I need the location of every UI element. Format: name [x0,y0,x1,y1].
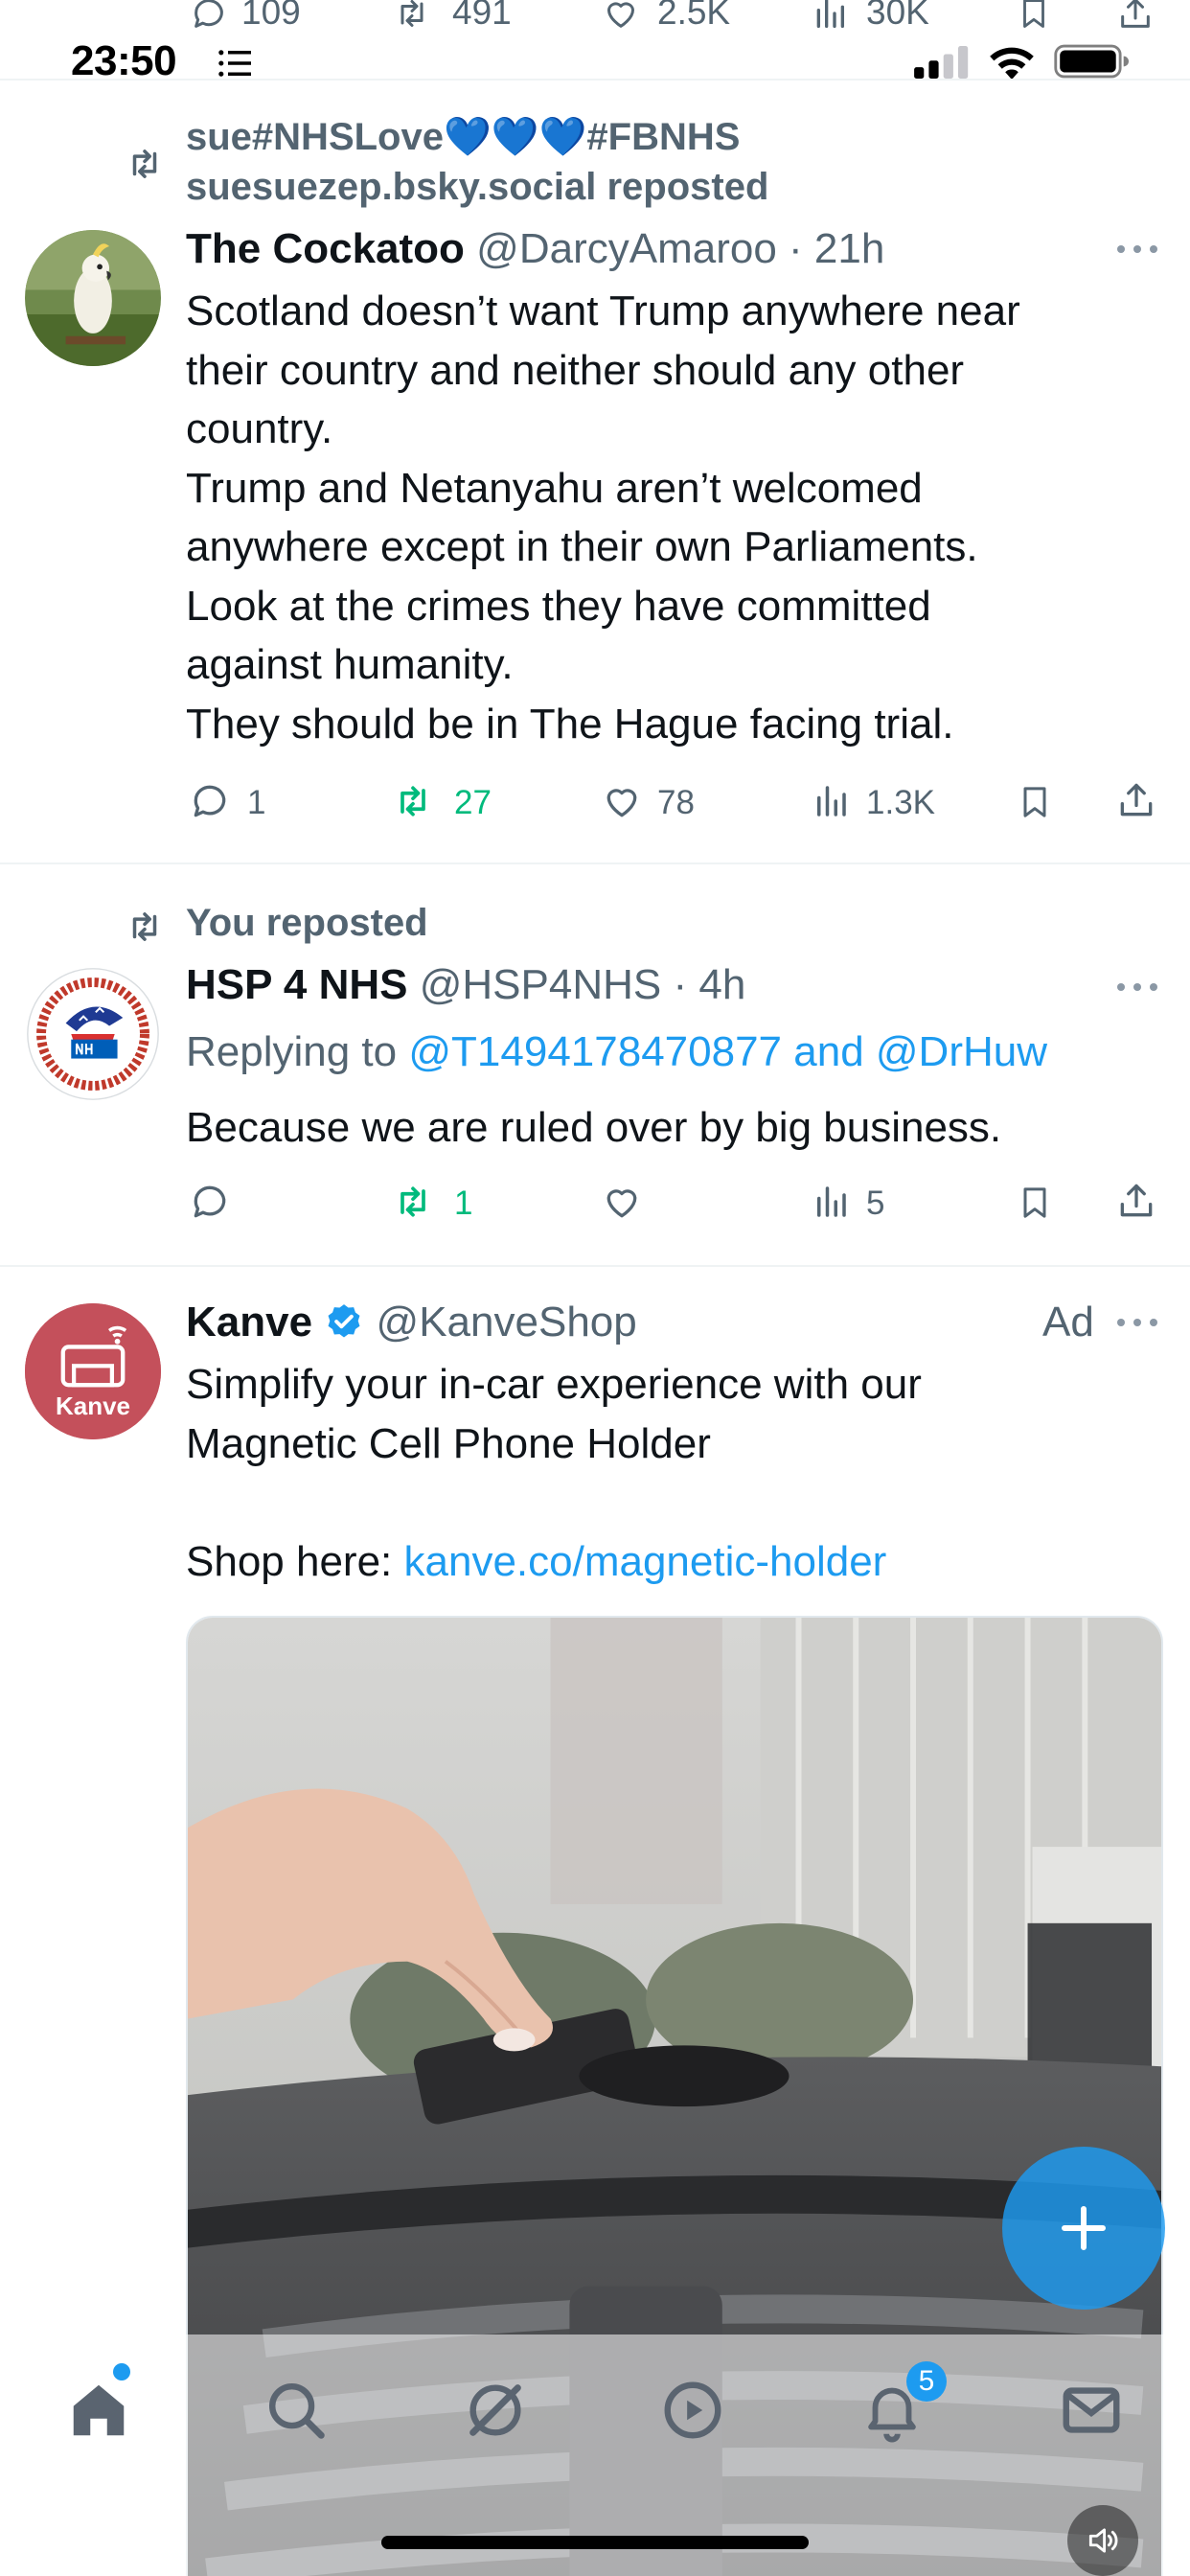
tweet-text-line: anywhere except in their own Parliaments… [186,523,978,570]
views-icon[interactable] [811,1181,851,1223]
sound-toggle-button[interactable] [1067,2505,1138,2576]
share-icon[interactable] [1115,0,1156,33]
display-name[interactable]: HSP 4 NHS [186,961,408,1008]
home-icon[interactable] [65,2377,132,2444]
divider [0,1265,1190,1267]
home-indicator [381,2536,809,2549]
avatar[interactable]: Kanve [25,1303,161,1439]
tweet-text-line: Simplify your in-car experience with our [186,1361,922,1408]
repost-count: 27 [454,784,492,821]
plus-icon [1055,2199,1112,2257]
compose-button[interactable] [1002,2147,1165,2310]
replying-to-prefix: Replying to [186,1028,409,1075]
tweet-time: · 4h [673,961,746,1008]
status-bar: 23:50 [0,37,1190,84]
more-options-icon[interactable] [1115,1317,1159,1328]
list-icon [217,48,255,79]
notification-badge: 5 [906,2361,947,2402]
repost-count: 491 [452,0,512,32]
bookmark-icon[interactable] [1016,780,1054,824]
tweet-text-line: Shop here: kanve.co/magnetic-holder [186,1532,1144,1592]
verified-badge-icon [324,1301,364,1342]
reply-icon[interactable] [188,780,232,822]
video-icon[interactable] [659,2377,726,2444]
cellular-signal-icon [914,46,970,79]
battery-icon [1054,44,1129,79]
previous-tweet-actions: 109 491 2.5K 30K [0,0,1190,38]
repost-icon[interactable] [389,0,435,33]
shop-link[interactable]: kanve.co/magnetic-holder [404,1538,887,1585]
like-icon[interactable] [600,1181,644,1223]
messages-icon[interactable] [1058,2377,1125,2444]
avatar[interactable] [25,230,161,366]
views-icon[interactable] [811,780,851,822]
views-count: 5 [866,1184,885,1222]
divider [0,79,1190,80]
tweet-text-line: Because we are ruled over by big busines… [186,1104,1002,1151]
display-name[interactable]: Kanve [186,1299,312,1346]
tweet-header: The Cockatoo @DarcyAmaroo · 21h [186,228,884,270]
repost-count: 1 [454,1184,473,1222]
more-options-icon[interactable] [1115,243,1159,255]
divider [0,862,1190,864]
reply-count: 109 [241,0,301,32]
display-name[interactable]: The Cockatoo [186,225,465,272]
replying-to-handles[interactable]: @T1494178470877 and @DrHuw [408,1028,1047,1075]
search-icon[interactable] [263,2377,330,2444]
shop-prefix: Shop here: [186,1537,404,1585]
tweet-text: Simplify your in-car experience with our… [186,1355,1144,1591]
tweet-text-line: Scotland doesn’t want Trump anywhere nea… [186,288,1020,334]
avatar[interactable] [25,966,161,1102]
speaker-icon [1085,2522,1121,2559]
like-icon[interactable] [600,780,644,822]
more-options-icon[interactable] [1115,981,1159,993]
replying-to: Replying to @T1494178470877 and @DrHuw [186,1031,1047,1073]
tweet-text-line: They should be in The Hague facing trial… [186,700,954,748]
tweet-header: HSP 4 NHS @HSP4NHS · 4h [186,964,745,1006]
tweet-text-line: Magnetic Cell Phone Holder [186,1419,711,1467]
grok-icon[interactable] [462,2377,529,2444]
repost-context-line1[interactable]: sue#NHSLove💙💙💙#FBNHS [186,113,740,161]
tweet-text-line: their country and neither should any oth… [186,346,965,394]
avatar-brand-text: Kanve [55,1392,131,1420]
like-count: 78 [657,784,695,821]
views-count: 1.3K [866,784,935,821]
ad-label: Ad [1042,1299,1094,1346]
tweet-text-line: Look at the crimes they have committed [186,582,931,630]
repost-icon[interactable] [389,1181,437,1223]
views-icon[interactable] [811,0,849,33]
tweet-text-line: Trump and Netanyahu aren’t welcomed [186,464,923,512]
tweet-text-line: against humanity. [186,641,514,688]
share-icon[interactable] [1115,1179,1157,1223]
tweet-time: · 21h [789,225,885,272]
repost-icon [123,907,167,947]
bookmark-icon[interactable] [1016,0,1052,33]
tweet-text: Scotland doesn’t want Trump anywhere nea… [186,282,1144,753]
repost-icon [123,144,167,184]
new-posts-indicator [113,2363,130,2380]
tweet-header: Kanve @KanveShop [186,1301,637,1344]
like-count: 2.5K [657,0,731,32]
status-time: 23:50 [71,37,177,84]
repost-context-line2[interactable]: suesuezep.bsky.social reposted [186,163,768,211]
repost-context: You reposted [186,902,428,944]
like-icon[interactable] [600,0,642,33]
reply-count: 1 [247,784,266,821]
tweet-text-line: country. [186,405,333,452]
views-count: 30K [866,0,929,32]
wifi-icon [987,42,1037,80]
bookmark-icon[interactable] [1016,1181,1054,1225]
reply-icon[interactable] [188,1181,232,1223]
user-handle[interactable]: @DarcyAmaroo [476,225,777,272]
share-icon[interactable] [1115,778,1157,822]
tweet-text: Because we are ruled over by big busines… [186,1098,1144,1158]
user-handle[interactable]: @HSP4NHS [420,961,662,1008]
user-handle[interactable]: @KanveShop [377,1299,637,1346]
repost-icon[interactable] [389,780,437,822]
reply-icon[interactable] [188,0,230,33]
